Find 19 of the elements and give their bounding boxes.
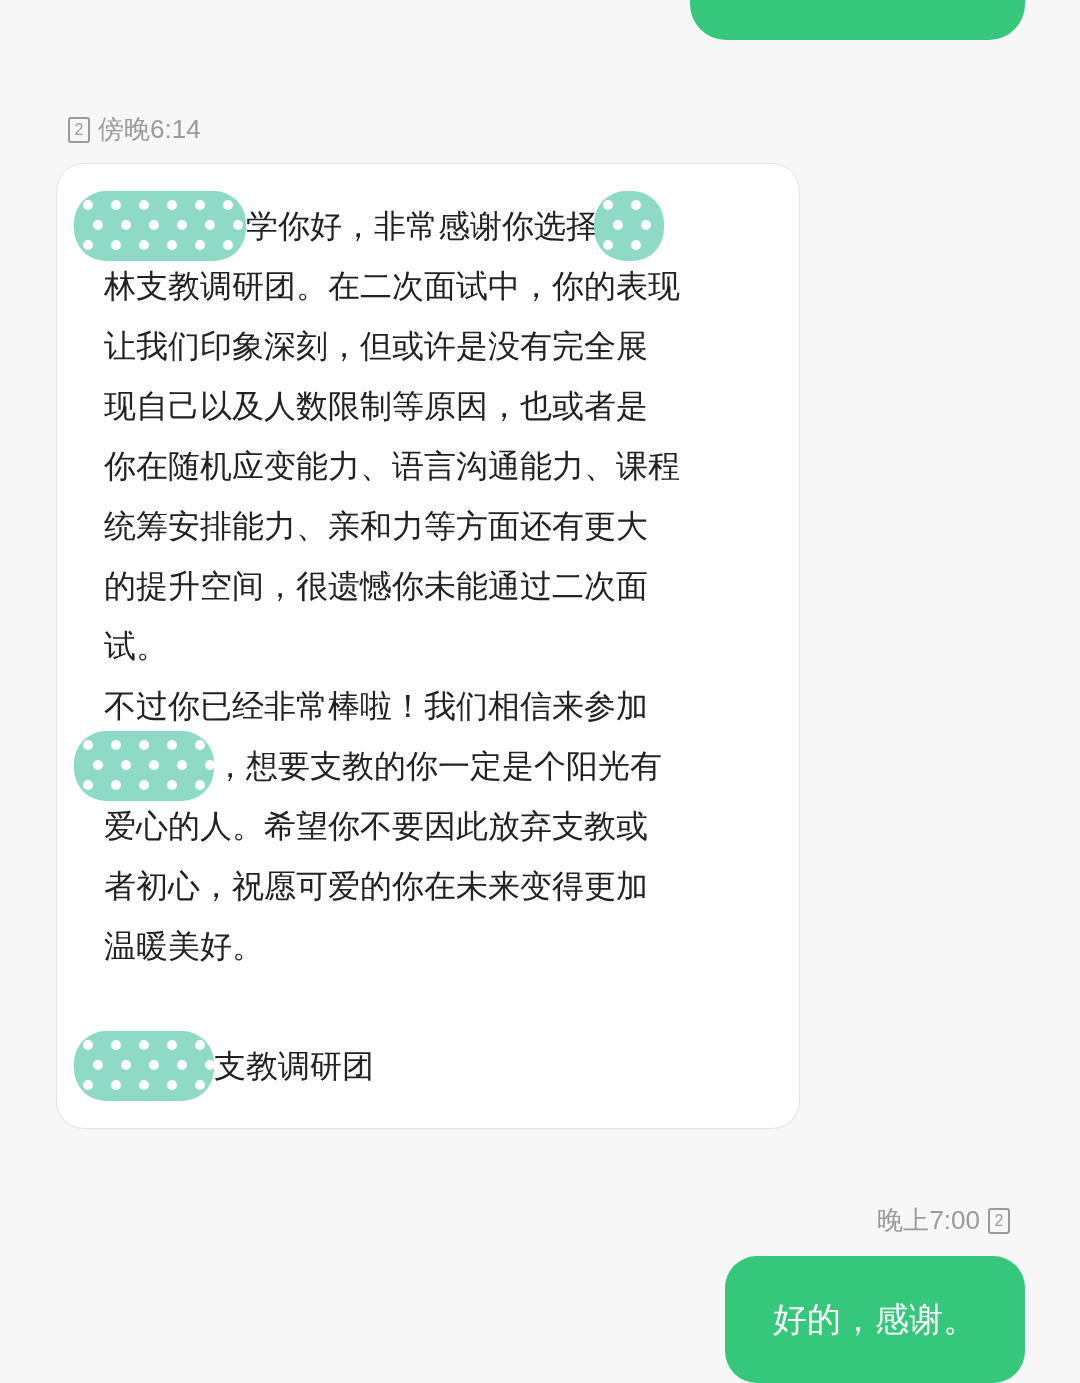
message-text: 统筹安排能力、亲和力等方面还有更大 xyxy=(104,507,648,546)
message-text: 好的，感谢。 xyxy=(773,1299,977,1340)
message-text: ，想要支教的你一定是个阳光有 xyxy=(214,747,662,786)
message-text: 试。 xyxy=(104,627,168,666)
message-text: 现自己以及人数限制等原因，也或者是 xyxy=(104,387,648,426)
sim-card-icon: 2 xyxy=(68,116,90,143)
message-text: 学你好，非常感谢你选择 xyxy=(246,207,598,246)
message-text: 温暖美好。 xyxy=(104,927,264,966)
message-text: 支教调研团 xyxy=(214,1047,374,1086)
timestamp: 晚上7:00 xyxy=(877,1204,980,1237)
message-text: 林支教调研团。在二次面试中，你的表现 xyxy=(104,267,680,306)
timestamp: 傍晚6:14 xyxy=(98,113,201,146)
message-text: 你在随机应变能力、语言沟通能力、课程 xyxy=(104,447,680,486)
message-text: 让我们印象深刻，但或许是没有完全展 xyxy=(104,327,648,366)
message-text: 不过你已经非常棒啦！我们相信来参加 xyxy=(104,687,648,726)
sim-card-icon: 2 xyxy=(988,1207,1010,1234)
message-text: 爱心的人。希望你不要因此放弃支教或 xyxy=(104,807,648,846)
message-text: 者初心，祝愿可爱的你在未来变得更加 xyxy=(104,867,648,906)
message-text: 的提升空间，很遗憾你未能通过二次面 xyxy=(104,567,648,606)
